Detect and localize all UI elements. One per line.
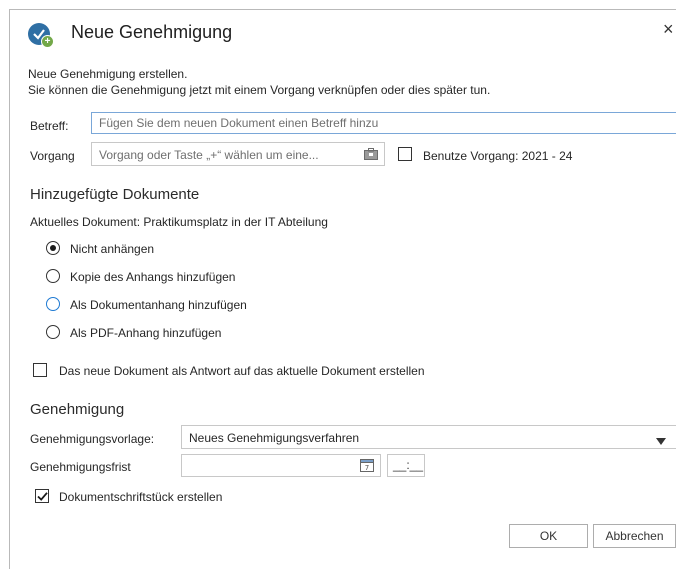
deadline-label: Genehmigungsfrist (30, 460, 131, 474)
use-process-checkbox[interactable] (398, 147, 412, 161)
process-picker-icon[interactable] (364, 148, 378, 163)
approval-icon: + (28, 23, 54, 48)
radio-copy-attachment-label: Kopie des Anhangs hinzufügen (70, 270, 236, 284)
radio-no-attach[interactable] (46, 241, 60, 255)
svg-text:7: 7 (365, 464, 369, 472)
current-document-label: Aktuelles Dokument: Praktikumsplatz in d… (30, 215, 328, 229)
deadline-time-input[interactable]: __:__ (387, 454, 425, 477)
close-button[interactable]: × (663, 19, 674, 40)
description-line-1: Neue Genehmigung erstellen. (28, 67, 188, 81)
deadline-time-value: __:__ (393, 458, 424, 472)
process-input[interactable]: Vorgang oder Taste „+“ wählen um eine... (91, 142, 385, 166)
create-document-checkbox[interactable] (35, 489, 49, 503)
documents-heading: Hinzugefügte Dokumente (30, 186, 200, 203)
calendar-icon[interactable]: 7 (360, 458, 374, 475)
chevron-down-icon[interactable] (656, 434, 666, 448)
checkmark-icon (37, 492, 48, 501)
template-value: Neues Genehmigungsverfahren (189, 431, 360, 445)
process-placeholder: Vorgang oder Taste „+“ wählen um eine... (99, 148, 319, 162)
reply-checkbox[interactable] (33, 363, 47, 377)
radio-document-attachment-label: Als Dokumentanhang hinzufügen (70, 298, 247, 312)
subject-label: Betreff: (30, 119, 69, 133)
description-line-2: Sie können die Genehmigung jetzt mit ein… (28, 83, 491, 97)
dialog-title: Neue Genehmigung (71, 22, 233, 42)
deadline-date-input[interactable]: 7 (181, 454, 381, 477)
radio-no-attach-label: Nicht anhängen (70, 242, 155, 256)
radio-document-attachment[interactable] (46, 297, 60, 311)
radio-pdf-attachment[interactable] (46, 325, 60, 339)
use-process-label: Benutze Vorgang: 2021 - 24 (423, 149, 573, 163)
create-document-label: Dokumentschriftstück erstellen (59, 490, 223, 504)
reply-label: Das neue Dokument als Antwort auf das ak… (59, 364, 425, 378)
process-label: Vorgang (30, 149, 75, 163)
subject-input[interactable]: Fügen Sie dem neuen Dokument einen Betre… (91, 112, 676, 134)
ok-button[interactable]: OK (509, 524, 588, 548)
template-label: Genehmigungsvorlage: (30, 432, 155, 446)
cancel-button[interactable]: Abbrechen (593, 524, 676, 548)
radio-copy-attachment[interactable] (46, 269, 60, 283)
approval-heading: Genehmigung (30, 401, 125, 418)
radio-pdf-attachment-label: Als PDF-Anhang hinzufügen (70, 326, 222, 340)
template-select[interactable]: Neues Genehmigungsverfahren (181, 425, 676, 449)
